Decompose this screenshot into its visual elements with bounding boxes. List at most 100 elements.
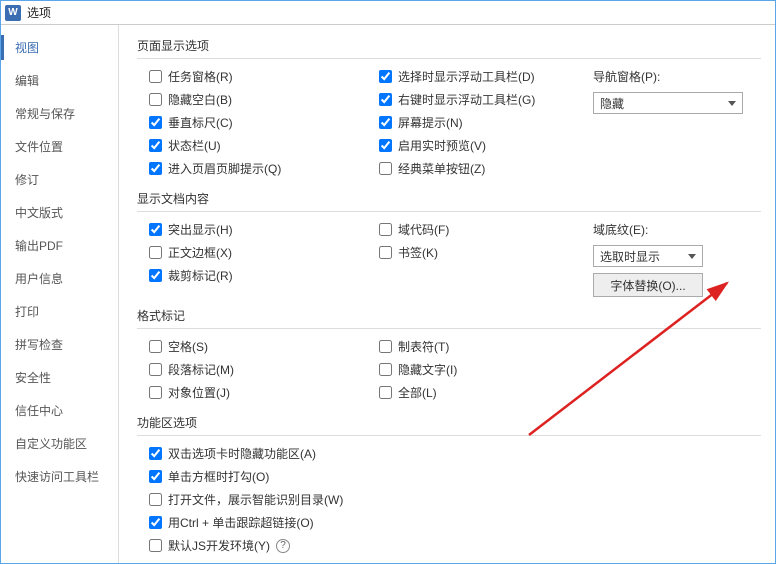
sidebar-item[interactable]: 拼写检查 [1, 328, 118, 361]
sidebar-item[interactable]: 打印 [1, 295, 118, 328]
checkbox-option[interactable]: 用Ctrl + 单击跟踪超链接(O) [137, 511, 761, 534]
main: 视图编辑常规与保存文件位置修订中文版式输出PDF用户信息打印拼写检查安全性信任中… [1, 25, 775, 563]
checkbox-option[interactable]: 全部(L) [367, 381, 587, 404]
checkbox[interactable] [379, 139, 392, 152]
sidebar-item[interactable]: 快速访问工具栏 [1, 460, 118, 493]
checkbox-option[interactable]: 单击方框时打勾(O) [137, 465, 761, 488]
nav-pane-select[interactable]: 隐藏 [593, 92, 743, 114]
checkbox-label: 右键时显示浮动工具栏(G) [398, 91, 535, 108]
checkbox-option[interactable]: 隐藏文字(I) [367, 358, 587, 381]
row: 空格(S) 段落标记(M) 对象位置(J) 制表符(T)隐藏文字(I) 全部(L) [137, 335, 761, 404]
sidebar-item[interactable]: 修订 [1, 163, 118, 196]
checkbox[interactable] [149, 447, 162, 460]
checkbox-option[interactable]: 突出显示(H) [137, 218, 367, 241]
checkbox[interactable] [149, 162, 162, 175]
checkbox[interactable] [379, 363, 392, 376]
section-title: 页面显示选项 [137, 33, 761, 59]
checkbox[interactable] [149, 223, 162, 236]
sidebar-item[interactable]: 自定义功能区 [1, 427, 118, 460]
checkbox-label: 启用实时预览(V) [398, 137, 486, 154]
checkbox-label: 双击选项卡时隐藏功能区(A) [168, 445, 316, 462]
checkbox[interactable] [149, 340, 162, 353]
checkbox-option[interactable]: 双击选项卡时隐藏功能区(A) [137, 442, 761, 465]
checkbox[interactable] [379, 223, 392, 236]
checkbox[interactable] [149, 116, 162, 129]
sidebar-item-label: 打印 [15, 305, 39, 319]
checkbox-option[interactable]: 打开文件，展示智能识别目录(W) [137, 488, 761, 511]
checkbox-option[interactable]: 进入页眉页脚提示(Q) [137, 157, 367, 180]
section-title: 格式标记 [137, 303, 761, 329]
checkbox-option[interactable]: 裁剪标记(R) [137, 264, 367, 287]
checkbox-option[interactable]: 启用实时预览(V) [367, 134, 587, 157]
checkbox[interactable] [149, 246, 162, 259]
col-right: 域底纹(E): 选取时显示 字体替换(O)... [587, 218, 761, 297]
checkbox[interactable] [149, 70, 162, 83]
nav-pane-label: 导航窗格(P): [587, 65, 761, 88]
sidebar-item[interactable]: 中文版式 [1, 196, 118, 229]
chevron-down-icon [688, 254, 696, 259]
checkbox-option[interactable]: 隐藏空白(B) [137, 88, 367, 111]
checkbox-label: 段落标记(M) [168, 361, 234, 378]
checkbox-option[interactable]: 任务窗格(R) [137, 65, 367, 88]
checkbox-option[interactable]: 状态栏(U) [137, 134, 367, 157]
checkbox[interactable] [149, 493, 162, 506]
checkbox[interactable] [149, 470, 162, 483]
checkbox-label: 裁剪标记(R) [168, 267, 233, 284]
sidebar: 视图编辑常规与保存文件位置修订中文版式输出PDF用户信息打印拼写检查安全性信任中… [1, 25, 119, 563]
sidebar-item[interactable]: 文件位置 [1, 130, 118, 163]
checkbox-label: 打开文件，展示智能识别目录(W) [168, 491, 343, 508]
checkbox-label: 全部(L) [398, 384, 437, 401]
checkbox-option[interactable]: 对象位置(J) [137, 381, 367, 404]
sidebar-item[interactable]: 用户信息 [1, 262, 118, 295]
sidebar-item[interactable]: 输出PDF [1, 229, 118, 262]
row: 任务窗格(R) 隐藏空白(B) 垂直标尺(C)状态栏(U) 进入页眉页脚提示(Q) 选… [137, 65, 761, 180]
checkbox[interactable] [149, 386, 162, 399]
checkbox-option[interactable]: 制表符(T) [367, 335, 587, 358]
checkbox[interactable] [379, 70, 392, 83]
titlebar: W 选项 [1, 1, 775, 25]
checkbox-option[interactable]: 正文边框(X) [137, 241, 367, 264]
checkbox[interactable] [379, 246, 392, 259]
checkbox-option[interactable]: 选择时显示浮动工具栏(D) [367, 65, 587, 88]
help-icon[interactable]: ? [276, 539, 290, 553]
checkbox-option[interactable]: 经典菜单按钮(Z) [367, 157, 587, 180]
checkbox-label: 书签(K) [398, 244, 438, 261]
font-substitution-button[interactable]: 字体替换(O)... [593, 273, 703, 297]
checkbox[interactable] [149, 539, 162, 552]
checkbox-option[interactable]: 空格(S) [137, 335, 367, 358]
sidebar-item[interactable]: 视图 [1, 31, 118, 64]
checkbox[interactable] [379, 116, 392, 129]
checkbox[interactable] [149, 363, 162, 376]
sidebar-item[interactable]: 编辑 [1, 64, 118, 97]
col-mid: 选择时显示浮动工具栏(D) 右键时显示浮动工具栏(G) 屏幕提示(N) 启用实时预览(… [367, 65, 587, 180]
select-value: 选取时显示 [600, 248, 660, 265]
checkbox-option[interactable]: 段落标记(M) [137, 358, 367, 381]
col-right [587, 335, 761, 404]
checkbox-option[interactable]: 默认JS开发环境(Y)? [137, 534, 761, 557]
checkbox-label: 屏幕提示(N) [398, 114, 463, 131]
checkbox-option[interactable]: 屏幕提示(N) [367, 111, 587, 134]
sidebar-item[interactable]: 信任中心 [1, 394, 118, 427]
checkbox[interactable] [149, 516, 162, 529]
checkbox[interactable] [379, 93, 392, 106]
checkbox-option[interactable]: 域代码(F) [367, 218, 587, 241]
checkbox[interactable] [379, 340, 392, 353]
ribbon-items: 双击选项卡时隐藏功能区(A) 单击方框时打勾(O) 打开文件，展示智能识别目录(W)… [137, 442, 761, 557]
checkbox-option[interactable]: 垂直标尺(C) [137, 111, 367, 134]
checkbox-label: 进入页眉页脚提示(Q) [168, 160, 281, 177]
checkbox[interactable] [379, 386, 392, 399]
checkbox[interactable] [149, 139, 162, 152]
sidebar-item-label: 中文版式 [15, 206, 63, 220]
checkbox[interactable] [149, 269, 162, 282]
checkbox-label: 空格(S) [168, 338, 208, 355]
checkbox[interactable] [379, 162, 392, 175]
sidebar-item[interactable]: 安全性 [1, 361, 118, 394]
checkbox-label: 隐藏空白(B) [168, 91, 232, 108]
checkbox[interactable] [149, 93, 162, 106]
checkbox-option[interactable]: 右键时显示浮动工具栏(G) [367, 88, 587, 111]
sidebar-item[interactable]: 常规与保存 [1, 97, 118, 130]
section-page-display: 页面显示选项 任务窗格(R) 隐藏空白(B) 垂直标尺(C)状态栏(U) 进入页眉页脚… [137, 33, 761, 180]
field-shading-select[interactable]: 选取时显示 [593, 245, 703, 267]
checkbox-option[interactable]: 书签(K) [367, 241, 587, 264]
col-right: 导航窗格(P): 隐藏 [587, 65, 761, 180]
